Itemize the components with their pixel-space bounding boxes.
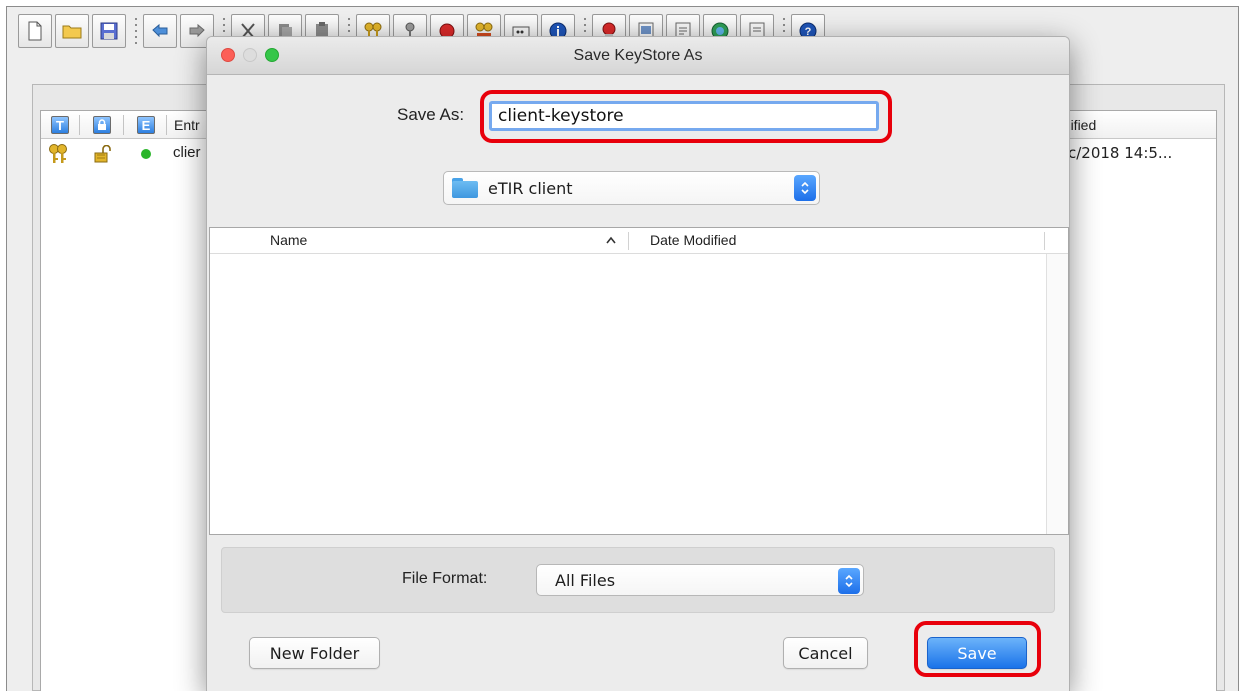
- file-format-popup[interactable]: All Files: [536, 564, 864, 596]
- cancel-button[interactable]: Cancel: [783, 637, 868, 669]
- type-column-header[interactable]: T: [51, 115, 69, 135]
- file-list-scrollbar[interactable]: [1046, 254, 1068, 534]
- expiry-column-header[interactable]: E: [137, 115, 155, 135]
- open-folder-icon: [62, 25, 82, 39]
- file-list-header: Name Date Modified: [210, 228, 1068, 254]
- entry-alias-cell: clier: [173, 144, 201, 161]
- column-separator: [166, 115, 167, 135]
- type-column-badge: T: [51, 116, 69, 134]
- popup-stepper-icon: [838, 568, 860, 594]
- keypair-icon: [49, 144, 67, 163]
- redo-icon: [189, 23, 205, 38]
- last-modified-cell: c/2018 14:5...: [1068, 144, 1173, 162]
- dialog-title: Save KeyStore As: [573, 47, 703, 64]
- column-separator: [628, 232, 629, 250]
- file-format-panel: File Format: All Files: [221, 547, 1055, 613]
- save-disk-icon: [100, 22, 118, 40]
- column-separator: [1044, 232, 1045, 250]
- name-column-header[interactable]: Name: [270, 232, 307, 248]
- lock-icon: [93, 116, 111, 134]
- entry-name-column-header[interactable]: Entr: [174, 115, 200, 135]
- column-separator: [79, 115, 80, 135]
- save-keystore-dialog: Save KeyStore As Save As: eTIR client Na…: [206, 36, 1070, 691]
- new-folder-button[interactable]: New Folder: [249, 637, 380, 669]
- new-document-button[interactable]: [18, 14, 52, 48]
- popup-stepper-icon: [794, 175, 816, 201]
- undo-icon: [152, 23, 168, 38]
- save-toolbar-button[interactable]: [92, 14, 126, 48]
- open-button[interactable]: [55, 14, 89, 48]
- column-separator: [123, 115, 124, 135]
- sort-ascending-icon: [606, 236, 616, 244]
- location-folder-popup[interactable]: eTIR client: [443, 171, 820, 205]
- save-button-highlight: [914, 621, 1041, 677]
- location-folder-name: eTIR client: [488, 178, 573, 198]
- save-as-highlight: [480, 90, 892, 143]
- valid-status-dot: [141, 149, 151, 159]
- expiry-column-badge: E: [137, 116, 155, 134]
- file-format-value: All Files: [555, 571, 616, 590]
- date-modified-column-header[interactable]: Date Modified: [650, 232, 736, 248]
- lock-column-header[interactable]: [93, 115, 111, 135]
- dialog-titlebar: Save KeyStore As: [207, 37, 1069, 75]
- entry-name-header-label: Entr: [174, 117, 200, 133]
- new-document-icon: [28, 21, 42, 41]
- undo-button[interactable]: [143, 14, 177, 48]
- folder-icon: [452, 178, 478, 198]
- file-format-label: File Format:: [402, 570, 488, 587]
- toolbar-separator: [131, 16, 141, 46]
- save-as-label: Save As:: [397, 105, 465, 124]
- file-browser-list[interactable]: Name Date Modified: [209, 227, 1069, 535]
- unlocked-padlock-icon: [94, 145, 111, 163]
